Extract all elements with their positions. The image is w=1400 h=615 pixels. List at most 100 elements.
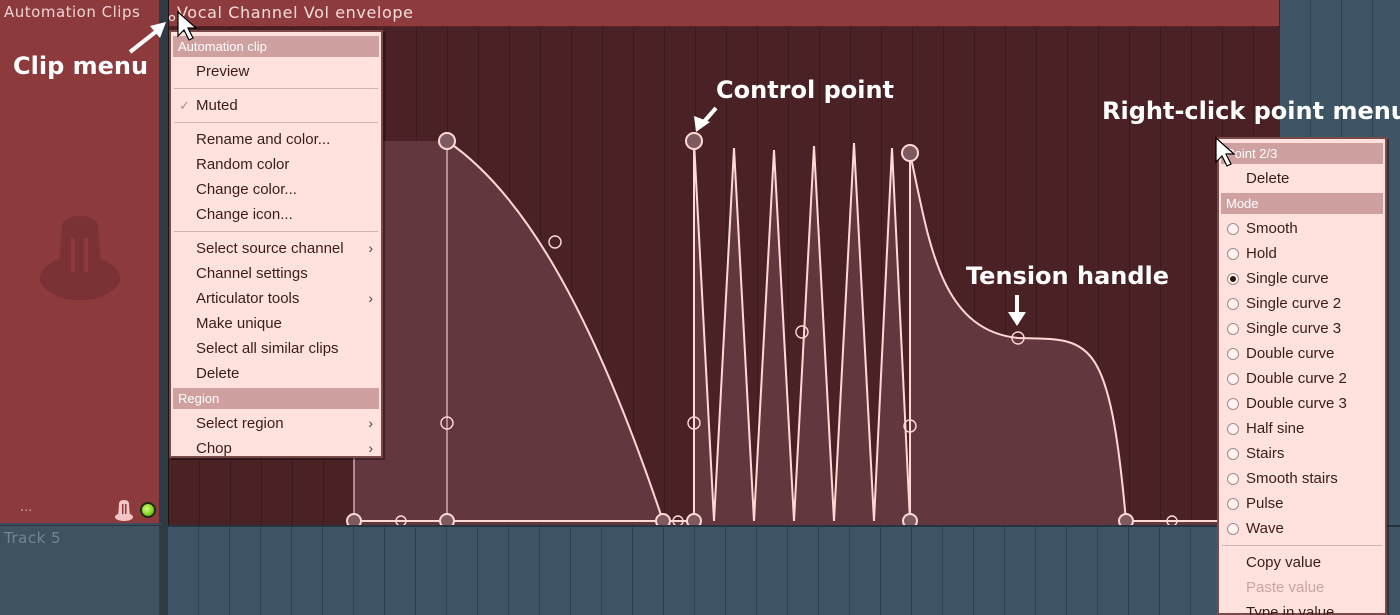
radio-icon [1227, 223, 1239, 235]
menu-item-articulator-tools[interactable]: Articulator tools › [171, 286, 381, 311]
menu-item-mode[interactable]: Single curve 2 [1219, 291, 1385, 316]
check-icon: ✓ [179, 98, 190, 113]
submenu-arrow-icon: › [368, 440, 373, 456]
menu-separator [174, 88, 378, 89]
menu-section-point: Point 2/3 [1221, 143, 1383, 164]
menu-item-mode[interactable]: Smooth [1219, 216, 1385, 241]
annotation-clip-menu: Clip menu [13, 52, 149, 80]
menu-item-label: Double curve 2 [1246, 370, 1347, 387]
submenu-arrow-icon: › [368, 240, 373, 256]
menu-item-label: Delete [196, 365, 240, 382]
radio-icon [1227, 498, 1239, 510]
menu-item-rename-and-color[interactable]: Rename and color... [171, 127, 381, 152]
menu-separator [174, 122, 378, 123]
control-point [686, 513, 702, 525]
menu-item-paste-value: Paste value [1219, 575, 1385, 600]
menu-item-delete[interactable]: Delete [171, 361, 381, 386]
menu-item-label: Double curve 3 [1246, 395, 1347, 412]
menu-item-chop[interactable]: Chop › [171, 436, 381, 461]
radio-icon [1227, 298, 1239, 310]
menu-item-mode[interactable]: Half sine [1219, 416, 1385, 441]
radio-icon [1227, 448, 1239, 460]
annotation-tension-handle: Tension handle [966, 262, 1170, 290]
menu-item-label: Make unique [196, 315, 282, 332]
menu-item-change-color[interactable]: Change color... [171, 177, 381, 202]
menu-item-label: Hold [1246, 245, 1277, 262]
menu-item-mode[interactable]: Pulse [1219, 491, 1385, 516]
annotation-control-point: Control point [716, 76, 895, 104]
control-point [1118, 513, 1134, 525]
menu-item-label: Single curve [1246, 270, 1329, 287]
mode-list: Smooth Hold Single curve Single curve 2 Sing… [1219, 216, 1385, 541]
radio-icon [1227, 248, 1239, 260]
radio-icon [1227, 473, 1239, 485]
menu-item-label: Articulator tools [196, 290, 300, 307]
radio-selected-icon [1227, 273, 1239, 285]
track-enable-led[interactable] [140, 502, 156, 518]
menu-item-label: Type in value... [1246, 604, 1347, 615]
menu-item-mode[interactable]: Wave [1219, 516, 1385, 541]
control-point [438, 132, 456, 150]
tension-handle [548, 235, 562, 249]
control-point [685, 132, 703, 150]
radio-icon [1227, 398, 1239, 410]
control-point [901, 144, 919, 162]
clip-title: Vocal Channel Vol envelope [177, 3, 414, 22]
menu-section-region: Region [173, 388, 379, 409]
control-point [902, 513, 918, 525]
automation-knob-icon [115, 500, 133, 521]
radio-icon [1227, 348, 1239, 360]
menu-item-label: Preview [196, 63, 250, 80]
menu-section-mode: Mode [1221, 193, 1383, 214]
menu-item-label: Single curve 2 [1246, 295, 1342, 312]
menu-item-preview[interactable]: Preview [171, 59, 381, 84]
menu-item-mode[interactable]: Single curve [1219, 266, 1385, 291]
clip-context-menu: Automation clip Preview ✓ Muted Rename an… [169, 30, 383, 458]
menu-item-mode[interactable]: Double curve 3 [1219, 391, 1385, 416]
menu-item-type-in-value[interactable]: Type in value... [1219, 600, 1385, 615]
menu-item-mode[interactable]: Smooth stairs [1219, 466, 1385, 491]
menu-item-copy-value[interactable]: Copy value [1219, 550, 1385, 575]
menu-item-select-source-channel[interactable]: Select source channel › [171, 236, 381, 261]
clip-title-bar[interactable]: Vocal Channel Vol envelope [169, 0, 1279, 27]
track-separator [161, 0, 168, 615]
menu-separator [1222, 545, 1382, 546]
menu-item-label: Select region [196, 415, 284, 432]
radio-icon [1227, 523, 1239, 535]
menu-item-label: Channel settings [196, 265, 308, 282]
menu-item-label: Half sine [1246, 420, 1305, 437]
menu-item-label: Copy value [1246, 554, 1322, 571]
menu-item-mode[interactable]: Single curve 3 [1219, 316, 1385, 341]
track-5-header[interactable]: Track 5 [0, 525, 161, 615]
menu-item-label: Stairs [1246, 445, 1285, 462]
menu-item-label: Double curve [1246, 345, 1335, 362]
menu-item-label: Pulse [1246, 495, 1284, 512]
menu-item-label: Random color [196, 156, 290, 173]
radio-icon [1227, 373, 1239, 385]
menu-item-mode[interactable]: Stairs [1219, 441, 1385, 466]
control-point [439, 513, 455, 525]
menu-item-mode[interactable]: Hold [1219, 241, 1385, 266]
point-context-menu: Point 2/3 Delete Mode Smooth Hold Single c… [1217, 137, 1387, 615]
menu-item-select-region[interactable]: Select region › [171, 411, 381, 436]
track-5-lane[interactable] [168, 525, 1400, 615]
menu-item-select-all-similar[interactable]: Select all similar clips [171, 336, 381, 361]
menu-item-delete-point[interactable]: Delete [1219, 166, 1385, 191]
menu-item-label: Select all similar clips [196, 340, 339, 357]
radio-icon [1227, 323, 1239, 335]
menu-item-muted[interactable]: ✓ Muted [171, 93, 381, 118]
menu-item-mode[interactable]: Double curve [1219, 341, 1385, 366]
menu-item-mode[interactable]: Double curve 2 [1219, 366, 1385, 391]
menu-item-random-color[interactable]: Random color [171, 152, 381, 177]
menu-item-label: Chop [196, 440, 232, 457]
menu-item-label: Delete [1246, 170, 1290, 187]
menu-item-make-unique[interactable]: Make unique [171, 311, 381, 336]
track-options-dots[interactable]: ... [20, 500, 32, 515]
track-name: Automation Clips [4, 3, 141, 21]
control-point [346, 513, 362, 525]
menu-item-change-icon[interactable]: Change icon... [171, 202, 381, 227]
menu-item-label: Muted [196, 97, 238, 114]
radio-icon [1227, 423, 1239, 435]
menu-item-channel-settings[interactable]: Channel settings [171, 261, 381, 286]
menu-separator [174, 231, 378, 232]
